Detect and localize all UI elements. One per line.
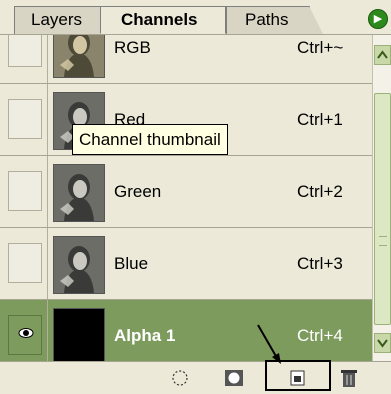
channel-row[interactable]: Blue Ctrl+3 [0, 228, 372, 300]
dotted-circle-icon [172, 370, 188, 386]
channel-thumbnail[interactable] [53, 236, 105, 294]
channel-row[interactable]: Green Ctrl+2 [0, 156, 372, 228]
channel-shortcut: Ctrl+3 [297, 254, 343, 273]
mask-icon [225, 370, 243, 386]
eye-icon [18, 328, 34, 338]
row-divider [47, 228, 48, 299]
visibility-toggle[interactable] [8, 99, 42, 139]
tab-paths[interactable]: Paths [226, 6, 323, 34]
channel-row[interactable]: Alpha 1 Ctrl+4 [0, 300, 372, 361]
row-divider [47, 300, 48, 361]
channel-shortcut: Ctrl+~ [297, 38, 344, 57]
channel-row[interactable]: RGB Ctrl+~ [0, 35, 372, 84]
scroll-grip-icon [379, 236, 387, 246]
channel-name: Alpha 1 [114, 326, 176, 345]
visibility-toggle[interactable] [8, 35, 42, 67]
delete-channel-button[interactable] [337, 367, 361, 389]
panel-bottom-bar [0, 361, 391, 391]
row-divider [47, 35, 48, 83]
channel-name: Blue [114, 254, 149, 273]
chevron-down-icon [377, 339, 388, 348]
scroll-up-button[interactable] [374, 45, 391, 65]
channel-thumbnail[interactable] [53, 308, 105, 361]
tab-layers[interactable]: Layers [14, 6, 126, 34]
row-divider [47, 156, 48, 227]
scroll-down-button[interactable] [374, 333, 391, 353]
channel-name: Green [114, 182, 162, 201]
channel-list: RGB Ctrl+~ Red Ctrl+1 Green Ctrl+2 Blue Ctrl+3 A… [0, 35, 372, 361]
row-divider [47, 84, 48, 155]
visibility-toggle[interactable] [8, 243, 42, 283]
channel-name: RGB [114, 38, 151, 57]
chevron-up-icon [377, 50, 388, 59]
trash-icon [341, 370, 357, 387]
visibility-toggle[interactable] [8, 171, 42, 211]
channel-thumbnail[interactable] [53, 164, 105, 222]
channel-thumbnail[interactable] [53, 35, 105, 78]
arrow-right-icon: ▶ [373, 13, 383, 25]
save-selection-button[interactable] [222, 367, 246, 389]
panel-menu-button[interactable]: ▶ [368, 9, 388, 29]
channel-shortcut: Ctrl+2 [297, 182, 343, 201]
tooltip: Channel thumbnail [72, 124, 228, 155]
load-selection-button[interactable] [168, 367, 192, 389]
panel-tab-bar: Layers Paths Channels ▶ [0, 0, 391, 35]
visibility-toggle[interactable] [8, 315, 42, 355]
tab-channels[interactable]: Channels [100, 6, 226, 34]
pointer-arrow-icon [257, 324, 281, 364]
scroll-thumb[interactable] [374, 93, 391, 325]
channel-shortcut: Ctrl+4 [297, 326, 343, 345]
channel-shortcut: Ctrl+1 [297, 110, 343, 129]
vertical-scrollbar[interactable] [372, 35, 391, 361]
